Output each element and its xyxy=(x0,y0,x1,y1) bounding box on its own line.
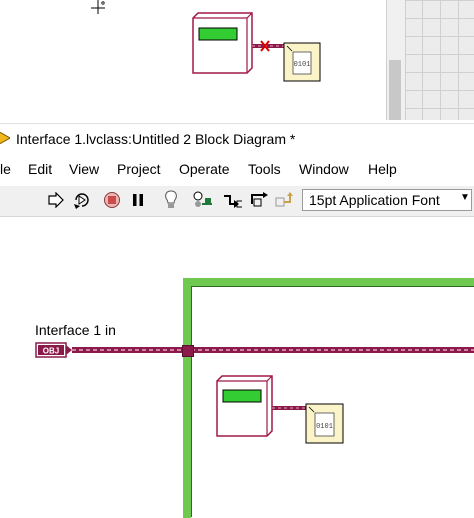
menu-window[interactable]: Window xyxy=(299,161,349,177)
bottom-file-icon[interactable]: 0101 xyxy=(305,403,344,444)
top-broken-wire[interactable] xyxy=(252,40,284,52)
bottom-node-group: 0101 xyxy=(216,375,344,444)
menu-edit[interactable]: Edit xyxy=(28,161,52,177)
menu-tools[interactable]: Tools xyxy=(248,161,281,177)
top-file-icon[interactable]: 0101 xyxy=(283,42,321,82)
bottom-vi-node[interactable] xyxy=(216,375,273,437)
pause-icon[interactable] xyxy=(128,190,148,210)
window-title: Interface 1.lvclass:Untitled 2 Block Dia… xyxy=(16,131,296,147)
class-input-terminal[interactable]: OBJ xyxy=(35,342,73,358)
terminal-label: Interface 1 in xyxy=(35,322,116,338)
abort-icon[interactable] xyxy=(102,190,122,210)
run-arrow-icon[interactable] xyxy=(46,190,66,210)
scrollbar-thumb[interactable] xyxy=(389,60,401,120)
step-over-icon[interactable] xyxy=(249,190,269,210)
chevron-down-icon[interactable]: ▼ xyxy=(460,192,470,203)
font-select-value: 15pt Application Font xyxy=(309,192,440,208)
retain-wire-values-icon[interactable] xyxy=(192,190,212,210)
menu-operate[interactable]: Operate xyxy=(179,161,230,177)
top-node-group: 0101 xyxy=(192,12,321,82)
menu-help[interactable]: Help xyxy=(368,161,397,177)
menu-file[interactable]: le xyxy=(0,161,11,177)
class-wire[interactable] xyxy=(72,346,474,356)
highlight-execution-icon[interactable] xyxy=(161,190,181,210)
crosshair-cursor-icon xyxy=(91,0,105,14)
step-into-icon[interactable] xyxy=(222,190,242,210)
structure-tunnel[interactable] xyxy=(182,345,194,357)
top-vi-node[interactable] xyxy=(192,12,253,74)
run-continuously-icon[interactable] xyxy=(72,190,92,210)
svg-text:0101: 0101 xyxy=(316,423,333,431)
terminal-type-text: OBJ xyxy=(43,347,59,356)
menu-view[interactable]: View xyxy=(69,161,99,177)
menu-project[interactable]: Project xyxy=(117,161,161,177)
labview-logo-icon xyxy=(0,131,10,145)
step-out-icon[interactable] xyxy=(274,190,294,210)
svg-text:0101: 0101 xyxy=(294,61,311,69)
